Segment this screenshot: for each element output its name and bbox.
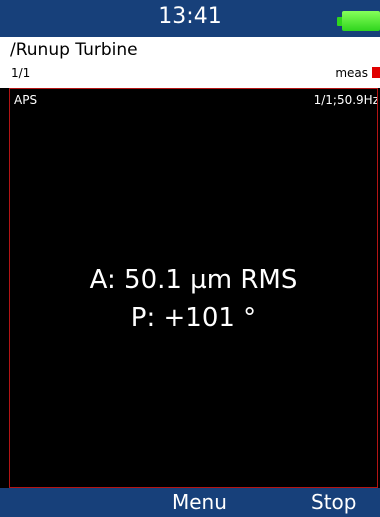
recording-indicator-icon (372, 67, 380, 78)
measurement-status-label: meas (335, 66, 368, 80)
battery-full-icon (342, 11, 380, 31)
clock: 13:41 (158, 4, 222, 29)
softkey-bar: Menu Stop (0, 488, 380, 517)
menu-button[interactable]: Menu (172, 490, 227, 514)
breadcrumb: /Runup Turbine (10, 40, 138, 60)
phase-readout: P: +101 ° (130, 303, 257, 333)
stop-button[interactable]: Stop (311, 490, 356, 514)
header: /Runup Turbine 1/1 meas (0, 37, 380, 88)
status-bar: 13:41 (0, 0, 380, 37)
amplitude-readout: A: 50.1 µm RMS (89, 265, 298, 295)
panel-info: 1/1;50.9Hz (313, 93, 378, 107)
measurement-panel[interactable]: APS 1/1;50.9Hz A: 50.1 µm RMS P: +101 ° (9, 88, 378, 488)
page-indicator: 1/1 (11, 66, 31, 80)
panel-title: APS (14, 93, 38, 107)
